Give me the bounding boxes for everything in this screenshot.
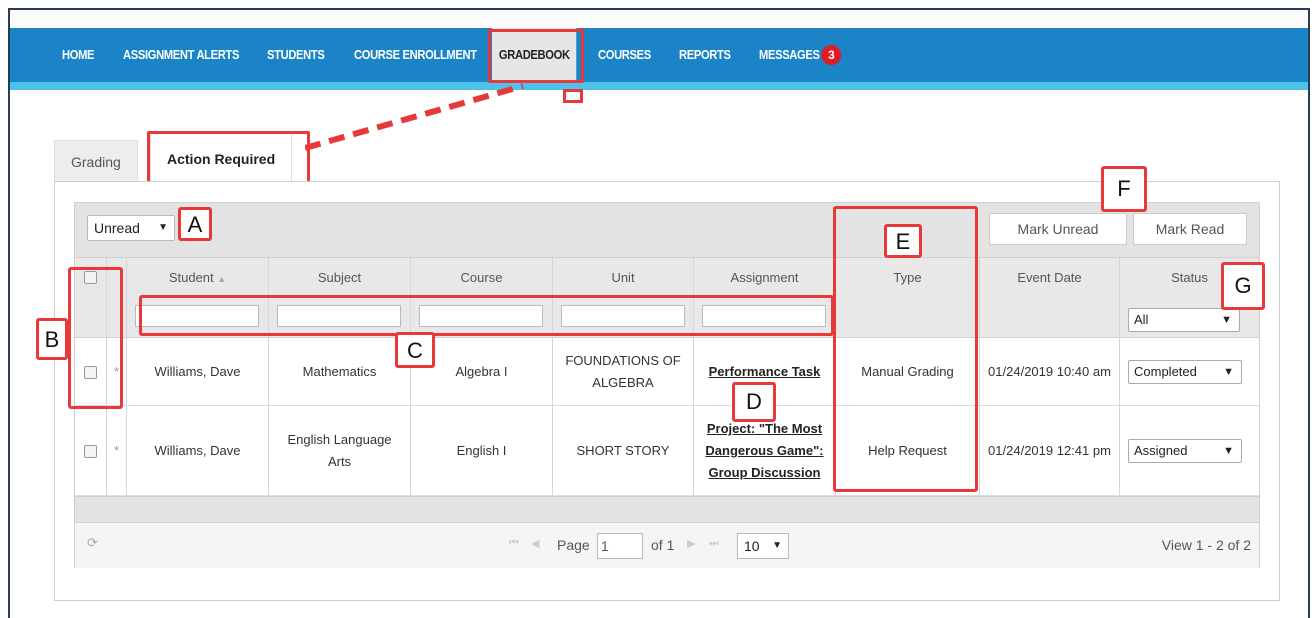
nav-home[interactable]: HOME bbox=[62, 28, 95, 82]
grid-header-row: Student ▲ Subject Course Unit Assignment… bbox=[75, 258, 1259, 298]
nav-messages-label[interactable]: MESSAGES bbox=[759, 47, 820, 62]
chevron-down-icon: ▼ bbox=[772, 540, 782, 551]
grid-toolbar: Unread ▼ Mark Unread Mark Read bbox=[74, 202, 1260, 258]
chevron-down-icon: ▼ bbox=[158, 222, 168, 233]
header-assignment[interactable]: Assignment bbox=[694, 258, 836, 298]
page-size-select[interactable]: 10 ▼ bbox=[737, 533, 789, 559]
nav-assignment-alerts[interactable]: ASSIGNMENT ALERTS bbox=[123, 28, 239, 82]
filter-row-highlight bbox=[139, 295, 834, 336]
tab-grading[interactable]: Grading bbox=[54, 140, 138, 182]
chevron-down-icon: ▼ bbox=[1223, 366, 1234, 378]
callout-f-letter: F bbox=[1117, 176, 1131, 201]
status-select-value: Assigned bbox=[1134, 443, 1188, 458]
callout-g: G bbox=[1221, 262, 1265, 310]
cell-unit-line2: ALGEBRA bbox=[592, 375, 654, 390]
nav-students[interactable]: STUDENTS bbox=[267, 28, 325, 82]
callout-a: A bbox=[178, 207, 212, 241]
nav-messages[interactable]: MESSAGES 3 bbox=[759, 28, 842, 82]
dashed-connector bbox=[305, 83, 524, 151]
status-select[interactable]: Assigned ▼ bbox=[1128, 439, 1242, 463]
row-marker: * bbox=[107, 406, 127, 496]
page-number-input[interactable]: 1 bbox=[597, 533, 643, 559]
grid-pager: ⟳ ⏮ ◀ Page 1 of 1 ▶ ⏭ 10 ▼ View 1 - 2 of… bbox=[75, 522, 1259, 568]
prev-page-icon[interactable]: ◀ bbox=[531, 537, 539, 550]
header-student-label: Student bbox=[168, 270, 214, 285]
view-count-text: View 1 - 2 of 2 bbox=[1161, 537, 1251, 553]
gradebook-highlight-marker bbox=[563, 89, 583, 103]
last-page-icon[interactable]: ⏭ bbox=[709, 537, 719, 550]
mark-unread-button[interactable]: Mark Unread bbox=[989, 213, 1127, 245]
row-select-cell bbox=[75, 406, 107, 496]
cell-unit-line1: FOUNDATIONS OF bbox=[565, 353, 681, 368]
cell-unit: SHORT STORY bbox=[553, 406, 694, 496]
tab-action-required-highlight bbox=[147, 131, 310, 187]
cell-unit: FOUNDATIONS OF ALGEBRA bbox=[553, 338, 694, 406]
callout-c: C bbox=[395, 332, 435, 368]
filter-cell-event-date bbox=[980, 298, 1120, 338]
assignment-link-line3[interactable]: Group Discussion bbox=[709, 462, 821, 484]
page-count-label: of 1 bbox=[651, 537, 675, 553]
row-checkbox[interactable] bbox=[84, 444, 97, 458]
read-filter-select[interactable]: Unread ▼ bbox=[87, 215, 175, 241]
page-label: Page bbox=[557, 537, 590, 553]
callout-f: F bbox=[1101, 166, 1147, 212]
header-event-date[interactable]: Event Date bbox=[980, 258, 1120, 298]
cell-status: Completed ▼ bbox=[1120, 338, 1259, 406]
callout-d-letter: D bbox=[746, 389, 762, 414]
cell-course: English I bbox=[411, 406, 553, 496]
cell-event-date: 01/24/2019 10:40 am bbox=[980, 338, 1120, 406]
cell-subject-line1: English Language bbox=[287, 432, 392, 447]
cell-subject-line2: Arts bbox=[327, 454, 352, 469]
top-gap bbox=[10, 10, 1308, 28]
chevron-down-icon: ▼ bbox=[1223, 445, 1234, 457]
callout-a-letter: A bbox=[187, 212, 203, 237]
callout-d: D bbox=[732, 382, 776, 422]
first-page-icon[interactable]: ⏮ bbox=[509, 537, 519, 550]
cell-subject: Mathematics bbox=[269, 338, 411, 406]
nav-reports[interactable]: REPORTS bbox=[679, 28, 731, 82]
cell-status: Assigned ▼ bbox=[1120, 406, 1259, 496]
header-student[interactable]: Student ▲ bbox=[127, 258, 269, 298]
navbar-accent-stripe bbox=[10, 82, 1308, 90]
callout-e-letter: E bbox=[895, 229, 911, 254]
header-subject[interactable]: Subject bbox=[269, 258, 411, 298]
header-course[interactable]: Course bbox=[411, 258, 553, 298]
messages-count-badge: 3 bbox=[821, 45, 842, 65]
status-select-value: Completed bbox=[1134, 364, 1197, 379]
chevron-down-icon: ▼ bbox=[1221, 314, 1232, 326]
callout-b: B bbox=[36, 318, 68, 360]
nav-courses[interactable]: COURSES bbox=[598, 28, 651, 82]
assignment-link[interactable]: Performance Task bbox=[709, 361, 821, 383]
callout-b-letter: B bbox=[44, 327, 60, 352]
gradebook-highlight bbox=[488, 29, 584, 83]
grid-footer-gap bbox=[75, 496, 1259, 522]
table-row[interactable]: * Williams, Dave English Language Arts E… bbox=[75, 406, 1259, 496]
sort-asc-icon: ▲ bbox=[217, 274, 227, 284]
refresh-icon[interactable]: ⟳ bbox=[87, 535, 98, 551]
cell-event-date: 01/24/2019 12:41 pm bbox=[980, 406, 1120, 496]
read-filter-value: Unread bbox=[94, 220, 140, 236]
main-navbar: HOME ASSIGNMENT ALERTS STUDENTS COURSE E… bbox=[10, 28, 1308, 82]
status-select[interactable]: Completed ▼ bbox=[1128, 360, 1242, 384]
status-filter-value: All bbox=[1134, 312, 1149, 327]
callout-c-letter: C bbox=[407, 338, 423, 363]
callout-e: E bbox=[884, 224, 922, 258]
header-unit[interactable]: Unit bbox=[553, 258, 694, 298]
checkbox-column-highlight bbox=[68, 267, 123, 409]
cell-student: Williams, Dave bbox=[127, 406, 269, 496]
table-row[interactable]: * Williams, Dave Mathematics Algebra I F… bbox=[75, 338, 1259, 406]
cell-student: Williams, Dave bbox=[127, 338, 269, 406]
cell-subject: English Language Arts bbox=[269, 406, 411, 496]
mark-read-button[interactable]: Mark Read bbox=[1133, 213, 1247, 245]
callout-g-letter: G bbox=[1234, 273, 1252, 298]
assignment-link-line2[interactable]: Dangerous Game": bbox=[705, 440, 823, 462]
status-filter-select[interactable]: All ▼ bbox=[1128, 308, 1240, 332]
page-size-value: 10 bbox=[744, 538, 760, 554]
next-page-icon[interactable]: ▶ bbox=[687, 537, 695, 550]
nav-course-enrollment[interactable]: COURSE ENROLLMENT bbox=[354, 28, 477, 82]
